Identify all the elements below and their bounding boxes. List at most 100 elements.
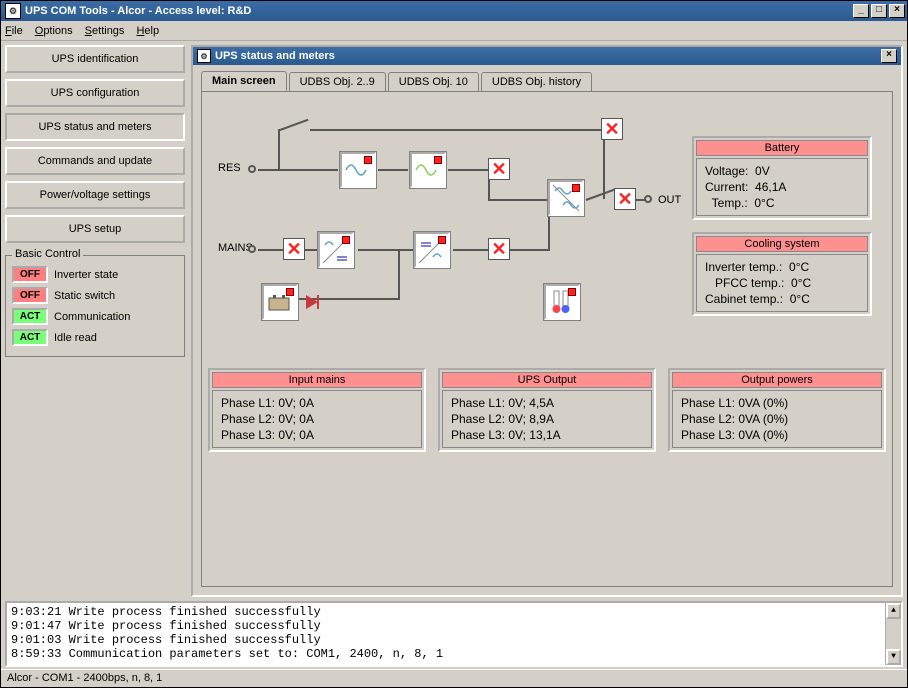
window-title: UPS COM Tools - Alcor - Access level: R&… bbox=[25, 5, 251, 17]
cooling-pfcc-value: 0°C bbox=[791, 276, 811, 290]
output-powers-l1: Phase L1: 0VA (0%) bbox=[681, 395, 873, 411]
bc-communication[interactable]: ACT Communication bbox=[12, 308, 178, 325]
menu-settings[interactable]: Settings bbox=[85, 25, 125, 37]
battery-temp-label: Temp.: bbox=[712, 196, 748, 210]
btn-ups-status-meters[interactable]: UPS status and meters bbox=[5, 113, 185, 141]
block-battery[interactable] bbox=[262, 284, 298, 320]
status-text: Alcor - COM1 - 2400bps, n, 8, 1 bbox=[7, 672, 162, 684]
battery-panel: Battery Voltage: 0V Current: 46,1A Temp.… bbox=[692, 136, 872, 220]
btn-ups-identification[interactable]: UPS identification bbox=[5, 45, 185, 73]
tab-main-screen[interactable]: Main screen bbox=[201, 71, 287, 91]
subwindow-icon: ⚙ bbox=[197, 49, 211, 63]
battery-voltage-value: 0V bbox=[755, 164, 770, 178]
battery-voltage-label: Voltage: bbox=[705, 164, 748, 178]
btn-power-voltage[interactable]: Power/voltage settings bbox=[5, 181, 185, 209]
bc-comm-label: Communication bbox=[54, 311, 130, 323]
cooling-pfcc-label: PFCC temp.: bbox=[715, 276, 784, 290]
block-static-switch[interactable] bbox=[548, 180, 584, 216]
window-titlebar: ⚙ UPS COM Tools - Alcor - Access level: … bbox=[1, 1, 907, 21]
terminal-mains bbox=[248, 245, 256, 253]
close-button[interactable]: × bbox=[889, 4, 905, 18]
bc-inverter-badge: OFF bbox=[12, 266, 48, 283]
bc-static-switch[interactable]: OFF Static switch bbox=[12, 287, 178, 304]
cooling-panel: Cooling system Inverter temp.: 0°C PFCC … bbox=[692, 232, 872, 316]
output-powers-l3: Phase L3: 0VA (0%) bbox=[681, 427, 873, 443]
log-line-4: 8:59:33 Communication parameters set to:… bbox=[11, 647, 443, 661]
ups-output-l3: Phase L3: 0V; 13,1A bbox=[451, 427, 643, 443]
input-mains-panel: Input mains Phase L1: 0V; 0A Phase L2: 0… bbox=[208, 368, 426, 452]
diode-icon bbox=[302, 291, 324, 313]
output-powers-title: Output powers bbox=[672, 372, 882, 388]
scroll-track[interactable] bbox=[886, 619, 901, 649]
input-mains-title: Input mains bbox=[212, 372, 422, 388]
block-diode bbox=[302, 284, 324, 320]
ups-output-title: UPS Output bbox=[442, 372, 652, 388]
tab-udbs-2-9[interactable]: UDBS Obj. 2..9 bbox=[289, 72, 386, 92]
input-mains-l2: Phase L2: 0V; 0A bbox=[221, 411, 413, 427]
scroll-down-button[interactable]: ▼ bbox=[886, 649, 901, 665]
log-line-2: 9:01:47 Write process finished successfu… bbox=[11, 619, 321, 633]
log-scrollbar[interactable]: ▲ ▼ bbox=[885, 603, 901, 665]
main-panel: ⚙ UPS status and meters × Main screen UD… bbox=[191, 45, 903, 597]
battery-current-value: 46,1A bbox=[755, 180, 786, 194]
ups-output-l2: Phase L2: 0V; 8,9A bbox=[451, 411, 643, 427]
app-icon: ⚙ bbox=[5, 3, 21, 19]
bc-static-badge: OFF bbox=[12, 287, 48, 304]
menu-help[interactable]: Help bbox=[136, 25, 159, 37]
tab-udbs-10[interactable]: UDBS Obj. 10 bbox=[388, 72, 479, 92]
log-panel: 9:03:21 Write process finished successfu… bbox=[5, 601, 903, 667]
btn-ups-configuration[interactable]: UPS configuration bbox=[5, 79, 185, 107]
battery-panel-title: Battery bbox=[696, 140, 868, 156]
fault-icon: ✕ bbox=[488, 158, 510, 180]
ups-output-l1: Phase L1: 0V; 4,5A bbox=[451, 395, 643, 411]
bc-idle-badge: ACT bbox=[12, 329, 48, 346]
fault-icon: ✕ bbox=[283, 238, 305, 260]
cooling-inv-value: 0°C bbox=[789, 260, 809, 274]
btn-commands-update[interactable]: Commands and update bbox=[5, 147, 185, 175]
block-thermometer[interactable] bbox=[544, 284, 580, 320]
battery-temp-value: 0°C bbox=[754, 196, 774, 210]
tab-udbs-history[interactable]: UDBS Obj. history bbox=[481, 72, 592, 92]
log-line-3: 9:01:03 Write process finished successfu… bbox=[11, 633, 321, 647]
sidebar: UPS identification UPS configuration UPS… bbox=[5, 45, 185, 597]
tab-body: RES MAINS OUT bbox=[201, 91, 893, 587]
bc-static-label: Static switch bbox=[54, 290, 115, 302]
block-res-inverter2[interactable] bbox=[410, 152, 446, 188]
input-mains-l1: Phase L1: 0V; 0A bbox=[221, 395, 413, 411]
output-powers-l2: Phase L2: 0VA (0%) bbox=[681, 411, 873, 427]
tabs: Main screen UDBS Obj. 2..9 UDBS Obj. 10 … bbox=[193, 65, 901, 91]
block-mains-rectifier2[interactable] bbox=[414, 232, 450, 268]
subwindow-close-button[interactable]: × bbox=[881, 49, 897, 63]
cooling-inv-label: Inverter temp.: bbox=[705, 260, 782, 274]
scroll-up-button[interactable]: ▲ bbox=[886, 603, 901, 619]
bc-inverter-label: Inverter state bbox=[54, 269, 118, 281]
menubar: File Options Settings Help bbox=[1, 21, 907, 41]
statusbar: Alcor - COM1 - 2400bps, n, 8, 1 bbox=[1, 669, 907, 687]
battery-current-label: Current: bbox=[705, 180, 748, 194]
input-mains-l3: Phase L3: 0V; 0A bbox=[221, 427, 413, 443]
fault-icon: ✕ bbox=[614, 188, 636, 210]
fault-icon: ✕ bbox=[601, 118, 623, 140]
btn-ups-setup[interactable]: UPS setup bbox=[5, 215, 185, 243]
maximize-button[interactable]: □ bbox=[871, 4, 887, 18]
cooling-panel-title: Cooling system bbox=[696, 236, 868, 252]
menu-options[interactable]: Options bbox=[35, 25, 73, 37]
bc-idle-label: Idle read bbox=[54, 332, 97, 344]
ups-output-panel: UPS Output Phase L1: 0V; 4,5A Phase L2: … bbox=[438, 368, 656, 452]
cooling-cab-value: 0°C bbox=[790, 292, 810, 306]
minimize-button[interactable]: _ bbox=[853, 4, 869, 18]
block-mains-rectifier1[interactable] bbox=[318, 232, 354, 268]
label-out: OUT bbox=[658, 194, 681, 206]
subwindow-title: UPS status and meters bbox=[215, 50, 335, 62]
subwindow-titlebar: ⚙ UPS status and meters × bbox=[193, 47, 901, 65]
output-powers-panel: Output powers Phase L1: 0VA (0%) Phase L… bbox=[668, 368, 886, 452]
basic-control-group: Basic Control OFF Inverter state OFF Sta… bbox=[5, 255, 185, 357]
bc-idle-read[interactable]: ACT Idle read bbox=[12, 329, 178, 346]
menu-file[interactable]: File bbox=[5, 25, 23, 37]
basic-control-title: Basic Control bbox=[12, 248, 83, 260]
bc-inverter-state[interactable]: OFF Inverter state bbox=[12, 266, 178, 283]
label-res: RES bbox=[218, 162, 241, 174]
block-res-inverter1[interactable] bbox=[340, 152, 376, 188]
terminal-res bbox=[248, 165, 256, 173]
fault-icon: ✕ bbox=[488, 238, 510, 260]
